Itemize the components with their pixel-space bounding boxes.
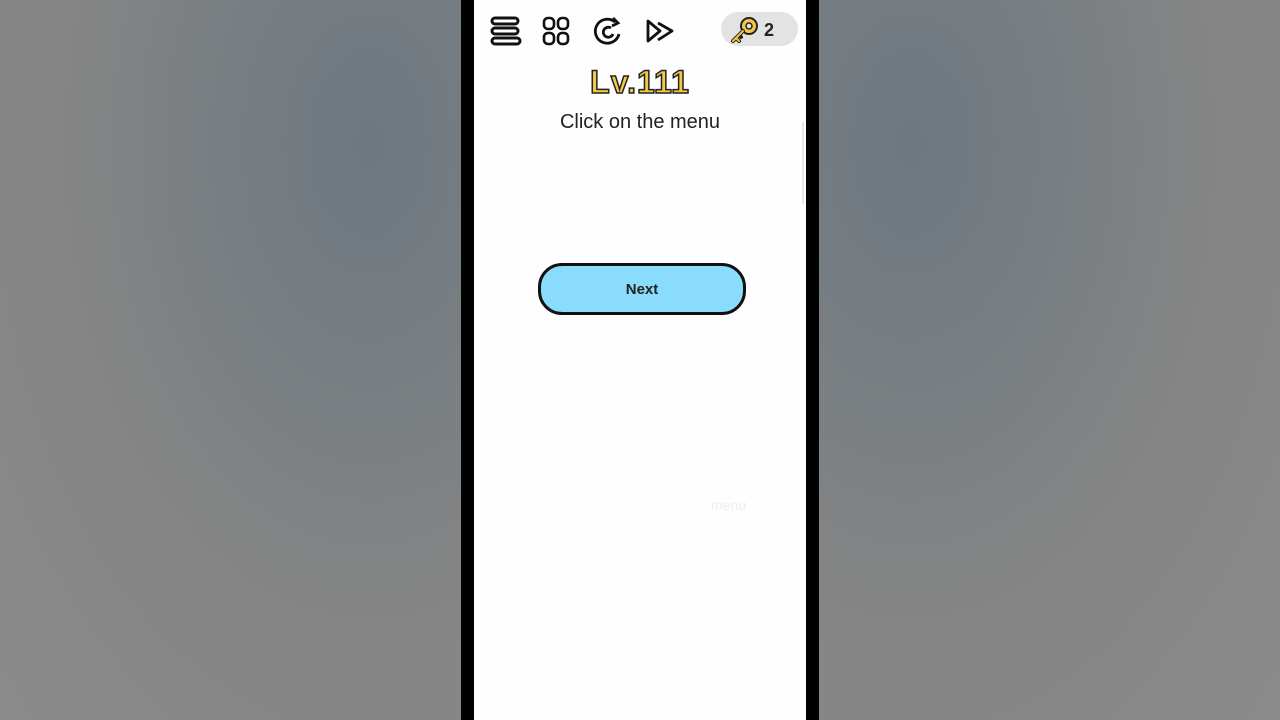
restart-icon[interactable] [591, 14, 625, 48]
menu-icon[interactable] [489, 14, 523, 48]
hidden-menu-text[interactable]: menu [711, 497, 746, 513]
key-icon [731, 17, 758, 43]
levels-grid-icon[interactable] [539, 14, 573, 48]
background-right [819, 0, 1280, 720]
keys-count: 2 [764, 20, 775, 40]
game-screen: 2 Lv.111 Click on the menu Next menu [474, 0, 806, 720]
background-left [0, 0, 461, 720]
next-button[interactable]: Next [538, 263, 746, 315]
level-instruction: Click on the menu [559, 111, 721, 133]
skip-icon[interactable] [643, 14, 677, 48]
screen-edge-line [802, 122, 804, 204]
phone-frame: 2 Lv.111 Click on the menu Next menu [461, 0, 819, 720]
keys-counter[interactable]: 2 [721, 12, 798, 46]
level-title: Lv.111 [589, 63, 690, 101]
